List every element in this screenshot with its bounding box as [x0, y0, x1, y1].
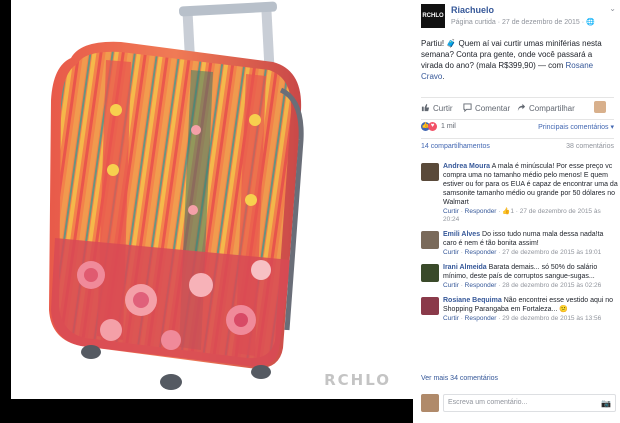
post-stats: 14 compartilhamentos 38 comentários: [421, 143, 614, 157]
comment-footer: Curtir · Responder · 29 de dezembro de 2…: [443, 315, 602, 322]
comments-count[interactable]: 38 comentários: [566, 143, 614, 150]
comments-list: Andrea Moura A mala é minúscula! Por ess…: [421, 162, 618, 329]
comment-time[interactable]: 28 de dezembro de 2015 às 02:26: [502, 282, 601, 289]
comment-input[interactable]: Escreva um comentário... 📷: [443, 394, 616, 412]
page-avatar[interactable]: RCHLO: [421, 4, 445, 28]
page-name-link[interactable]: Riachuelo: [451, 5, 494, 15]
like-label: Curtir: [433, 104, 453, 113]
commenter-avatar[interactable]: [421, 231, 439, 249]
divider: [421, 138, 614, 139]
comment-item: Emili Alves Do isso tudo numa mala dessa…: [421, 230, 618, 257]
comment-button[interactable]: Comentar: [463, 103, 510, 113]
share-icon: [517, 103, 526, 112]
comment-item: Rosiane Bequima Não encontrei esse vesti…: [421, 296, 618, 323]
comment-time[interactable]: 27 de dezembro de 2015 às 19:01: [502, 249, 601, 256]
share-label: Compartilhar: [529, 104, 575, 113]
comment-icon: [463, 103, 472, 112]
post-actions: Curtir Comentar Compartilhar: [421, 101, 614, 117]
share-button[interactable]: Compartilhar: [517, 103, 575, 113]
post-text: Partiu! 🧳 Quem aí vai curtir umas minifé…: [421, 38, 614, 82]
share-as-avatar[interactable]: [594, 101, 606, 113]
view-more-comments-link[interactable]: Ver mais 34 comentários: [421, 375, 498, 382]
commenter-name[interactable]: Emili Alves: [443, 231, 480, 238]
shares-count[interactable]: 14 compartilhamentos: [421, 143, 490, 150]
camera-icon[interactable]: 📷: [601, 399, 611, 408]
comment-input-placeholder: Escreva um comentário...: [448, 399, 528, 406]
current-user-avatar: [421, 394, 439, 412]
reactions-row: 👍 ♥ 1 mil Principais comentários ▾: [421, 121, 614, 135]
love-reaction-icon[interactable]: ♥: [428, 122, 437, 131]
comment-like-link[interactable]: Curtir: [443, 208, 459, 215]
suitcase-image: [49, 1, 304, 390]
comment-item: Andrea Moura A mala é minúscula! Por ess…: [421, 162, 618, 224]
divider: [421, 119, 614, 120]
commenter-avatar[interactable]: [421, 264, 439, 282]
comment-reply-link[interactable]: Responder: [465, 208, 497, 215]
thumbs-up-icon: [421, 103, 430, 112]
post-photo[interactable]: RCHLO: [11, 0, 413, 399]
commenter-name[interactable]: Andrea Moura: [443, 163, 490, 170]
post-details-panel: RCHLO Riachuelo Página curtida · 27 de d…: [413, 0, 620, 423]
comment-footer: Curtir · Responder · 👍1 · 27 de dezembro…: [443, 208, 601, 223]
post-meta: Página curtida · 27 de dezembro de 2015 …: [451, 19, 595, 26]
commenter-name[interactable]: Rosiane Bequima: [443, 297, 502, 304]
comment-time[interactable]: 29 de dezembro de 2015 às 13:56: [502, 315, 601, 322]
comment-footer: Curtir · Responder · 28 de dezembro de 2…: [443, 282, 602, 289]
comment-composer: Escreva um comentário... 📷: [421, 393, 616, 413]
like-button[interactable]: Curtir: [421, 103, 453, 113]
commenter-name[interactable]: Irani Almeida: [443, 264, 487, 271]
post-end: .: [442, 72, 445, 81]
comment-label: Comentar: [475, 104, 511, 113]
comment-like-link[interactable]: Curtir: [443, 249, 459, 256]
divider: [421, 97, 614, 98]
comment-reply-link[interactable]: Responder: [465, 315, 497, 322]
comment-reply-link[interactable]: Responder: [465, 249, 497, 256]
comment-like-link[interactable]: Curtir: [443, 315, 459, 322]
photo-viewer: RCHLO RCHLO Riachuelo Página curtida · 2…: [0, 0, 620, 423]
post-header: RCHLO Riachuelo Página curtida · 27 de d…: [421, 4, 616, 32]
commenter-avatar[interactable]: [421, 163, 439, 181]
comment-like-link[interactable]: Curtir: [443, 282, 459, 289]
comment-item: Irani Almeida Barata demais... só 50% do…: [421, 263, 618, 290]
post-options-chevron-icon[interactable]: ⌄: [609, 4, 616, 13]
comment-sort-dropdown[interactable]: Principais comentários ▾: [538, 123, 614, 131]
reaction-count[interactable]: 1 mil: [441, 123, 456, 130]
commenter-avatar[interactable]: [421, 297, 439, 315]
photo-watermark: RCHLO: [324, 371, 391, 389]
comment-like-count[interactable]: 1: [510, 208, 514, 215]
comment-footer: Curtir · Responder · 27 de dezembro de 2…: [443, 249, 602, 256]
comment-reply-link[interactable]: Responder: [465, 282, 497, 289]
